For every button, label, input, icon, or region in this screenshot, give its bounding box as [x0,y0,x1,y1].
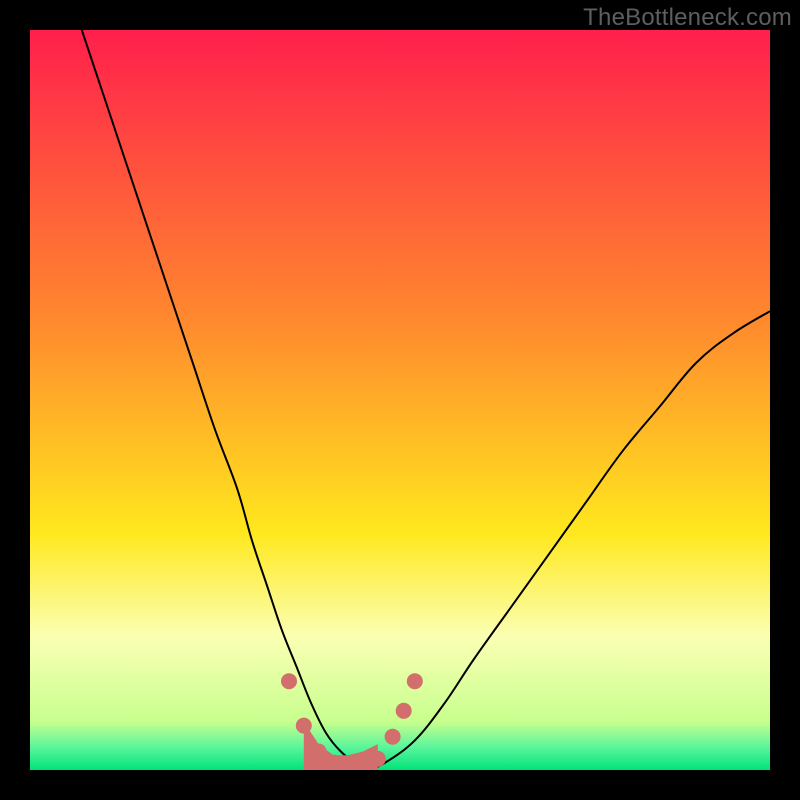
watermark-text: TheBottleneck.com [583,4,792,32]
chart-background [30,30,770,770]
highlight-markers-point [407,673,423,689]
bottleneck-chart [30,30,770,770]
chart-frame: TheBottleneck.com [0,0,800,800]
highlight-markers-point [281,673,297,689]
highlight-markers-point [385,729,401,745]
highlight-markers-point [396,703,412,719]
